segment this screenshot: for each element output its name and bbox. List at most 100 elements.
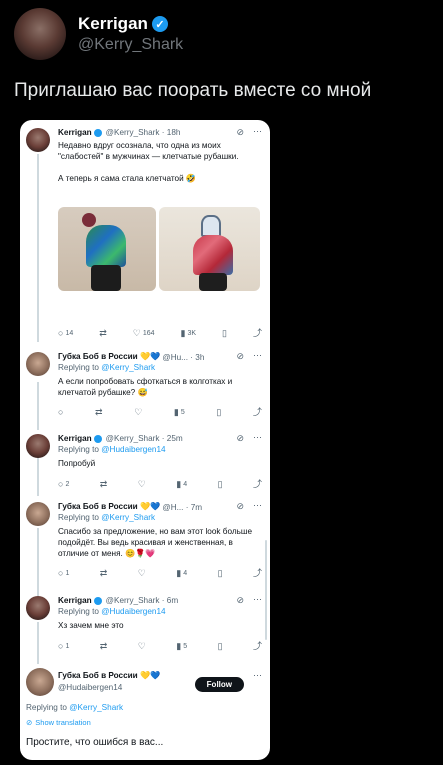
tweet-photo[interactable] <box>58 207 156 291</box>
replying-to: Replying to @Hudaibergen14 <box>58 607 166 616</box>
retweet-button[interactable]: ⇄ <box>100 569 108 578</box>
reply-icon: ○ <box>58 568 64 578</box>
photo-figure <box>201 215 221 237</box>
more-icon[interactable]: ⋯ <box>253 432 262 443</box>
heart-icon: ♡ <box>134 407 143 417</box>
retweet-button[interactable]: ⇄ <box>99 329 107 338</box>
reply-button[interactable]: ○ 2 <box>58 480 69 489</box>
reply-button[interactable]: ○ 1 <box>58 642 69 651</box>
views-button[interactable]: ▮ 4 <box>176 569 187 578</box>
replying-to-handle[interactable]: @Kerry_Shark <box>69 703 123 712</box>
reply-icon: ○ <box>58 328 64 338</box>
more-icon[interactable]: ⋯ <box>253 500 262 511</box>
tweet-author-name[interactable]: Губка Боб в России 💛💙 <box>58 671 160 681</box>
views-icon: ▮ <box>173 407 179 417</box>
tweet-actions: ○ 1 ⇄ ♡ ▮ 4 ▯ ⤴ <box>58 569 262 578</box>
tweet-meta: @Hu... · 3h <box>162 352 205 362</box>
post-text: Приглашаю вас поорать вместе со мной <box>14 80 372 101</box>
view-count: 5 <box>180 409 185 416</box>
like-count: 164 <box>142 330 155 337</box>
tweet-meta: @Kerry_Shark · 25m <box>105 434 183 443</box>
reply-button[interactable]: ○ <box>58 408 63 417</box>
verified-badge-icon <box>93 597 102 605</box>
heart-icon: ♡ <box>137 479 146 489</box>
more-icon[interactable]: ⋯ <box>253 350 262 361</box>
replying-to-handle[interactable]: @Hudaibergen14 <box>101 607 165 616</box>
follow-button[interactable]: Follow <box>194 677 244 692</box>
author-avatar[interactable] <box>14 8 66 60</box>
share-button[interactable]: ⤴ <box>253 329 262 338</box>
avatar[interactable] <box>26 352 50 376</box>
photo-figure <box>91 265 121 291</box>
tweet-photo[interactable] <box>159 207 260 291</box>
photo-figure <box>193 235 233 275</box>
share-icon: ⤴ <box>252 568 262 578</box>
replying-to-handle[interactable]: @Kerry_Shark <box>101 363 155 372</box>
reply-button[interactable]: ○ 1 <box>58 569 69 578</box>
reply-icon: ○ <box>58 641 64 651</box>
grok-icon[interactable]: ⊘ <box>236 595 244 606</box>
reply-count: 2 <box>65 481 70 488</box>
replying-to-handle[interactable]: @Hudaibergen14 <box>101 445 165 454</box>
share-icon: ⤴ <box>252 479 262 489</box>
views-button[interactable]: ▮ 3K <box>181 329 197 338</box>
grok-icon[interactable]: ⊘ <box>236 433 244 444</box>
bookmark-button[interactable]: ▯ <box>218 569 223 578</box>
bookmark-button[interactable]: ▯ <box>222 329 227 338</box>
grok-icon[interactable]: ⊘ <box>236 127 244 138</box>
bookmark-button[interactable]: ▯ <box>218 642 223 651</box>
bookmark-button[interactable]: ▯ <box>218 480 223 489</box>
photo-figure <box>82 213 96 227</box>
views-button[interactable]: ▮ 4 <box>176 480 187 489</box>
tweet-header: Губка Боб в России 💛💙 <box>58 671 180 681</box>
grok-icon[interactable]: ⊘ <box>236 351 244 362</box>
more-icon[interactable]: ⋯ <box>253 670 262 681</box>
avatar[interactable] <box>26 596 50 620</box>
share-button[interactable]: ⤴ <box>253 480 262 489</box>
scrollbar[interactable] <box>265 540 267 640</box>
focused-tweet-text: Простите, что ошибся в вас... <box>26 737 164 748</box>
avatar[interactable] <box>26 434 50 458</box>
author-name[interactable]: Kerrigan <box>78 14 148 34</box>
like-button[interactable]: ♡ <box>134 408 142 417</box>
tweet-author-handle[interactable]: @Hudaibergen14 <box>58 683 122 692</box>
like-button[interactable]: ♡ <box>138 569 146 578</box>
tweet-author-name[interactable]: Kerrigan <box>58 128 92 137</box>
tweet-author-name[interactable]: Губка Боб в России 💛💙 <box>58 352 160 362</box>
retweet-button[interactable]: ⇄ <box>100 480 108 489</box>
verified-badge-icon <box>93 129 102 137</box>
grok-icon[interactable]: ⊘ <box>236 501 244 512</box>
view-count: 3K <box>187 330 197 337</box>
author-name-row[interactable]: Kerrigan ✓ <box>78 14 183 34</box>
retweet-button[interactable]: ⇄ <box>100 642 108 651</box>
thread-line <box>37 456 39 496</box>
embedded-screenshot[interactable]: Kerrigan @Kerry_Shark · 18h ⊘ ⋯ Недавно … <box>20 120 270 760</box>
like-button[interactable]: ♡ 164 <box>133 329 155 338</box>
replying-to: Replying to @Kerry_Shark <box>58 513 155 522</box>
share-button[interactable]: ⤴ <box>253 642 262 651</box>
show-translation-link[interactable]: ⊘ Show translation <box>26 718 91 727</box>
avatar[interactable] <box>26 128 50 152</box>
avatar[interactable] <box>26 668 54 696</box>
views-button[interactable]: ▮ 5 <box>176 642 187 651</box>
views-button[interactable]: ▮ 5 <box>174 408 185 417</box>
reply-button[interactable]: ○ 14 <box>58 329 73 338</box>
share-button[interactable]: ⤴ <box>253 408 262 417</box>
share-icon: ⤴ <box>252 328 262 338</box>
share-button[interactable]: ⤴ <box>253 569 262 578</box>
tweet-author-name[interactable]: Губка Боб в России 💛💙 <box>58 502 160 512</box>
tweet-header: Губка Боб в России 💛💙 @Hu... · 3h <box>58 352 230 362</box>
more-icon[interactable]: ⋯ <box>253 594 262 605</box>
replying-to-handle[interactable]: @Kerry_Shark <box>101 513 155 522</box>
tweet-author-name[interactable]: Kerrigan <box>58 434 92 443</box>
like-button[interactable]: ♡ <box>138 642 146 651</box>
retweet-button[interactable]: ⇄ <box>95 408 103 417</box>
avatar[interactable] <box>26 502 50 526</box>
like-button[interactable]: ♡ <box>138 480 146 489</box>
author-handle[interactable]: @Kerry_Shark <box>78 36 183 54</box>
tweet-author-name[interactable]: Kerrigan <box>58 596 92 605</box>
tweet-actions: ○ ⇄ ♡ ▮ 5 ▯ ⤴ <box>58 408 262 417</box>
replying-to-prefix: Replying to <box>58 607 99 616</box>
more-icon[interactable]: ⋯ <box>253 126 262 137</box>
bookmark-button[interactable]: ▯ <box>216 408 221 417</box>
